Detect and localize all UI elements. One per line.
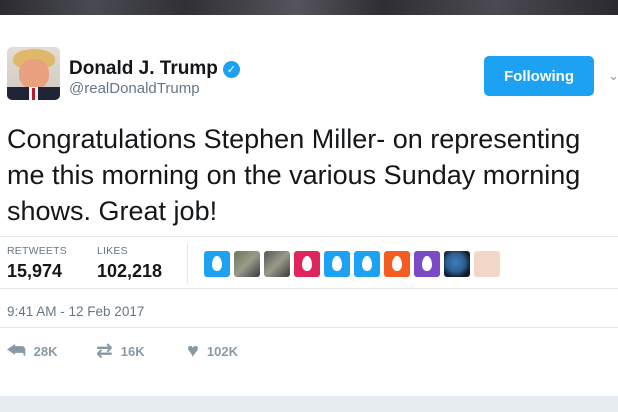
heart-icon: ♥ bbox=[187, 340, 199, 362]
liker-avatar-10[interactable] bbox=[474, 251, 500, 277]
timestamp-divider bbox=[0, 327, 618, 328]
author-name[interactable]: Donald J. Trump bbox=[69, 58, 218, 80]
avatar[interactable] bbox=[7, 47, 60, 100]
liker-avatar-5[interactable] bbox=[324, 251, 350, 277]
avatar-tie bbox=[32, 88, 35, 100]
stats-top-divider bbox=[0, 236, 618, 237]
liker-avatar-9[interactable] bbox=[444, 251, 470, 277]
tweet-text: Congratulations Stephen Miller- on repre… bbox=[7, 124, 581, 226]
like-button[interactable]: ♥ 102K bbox=[187, 341, 238, 361]
verified-badge-icon: ✓ bbox=[222, 60, 240, 78]
retweet-count: 16K bbox=[120, 343, 145, 359]
reply-count: 28K bbox=[33, 343, 58, 359]
footer-strip bbox=[0, 396, 618, 412]
likes-count[interactable]: 102,218 bbox=[97, 261, 162, 282]
tweet-timestamp[interactable]: 9:41 AM - 12 Feb 2017 bbox=[7, 304, 144, 319]
author-handle[interactable]: @realDonaldTrump bbox=[69, 80, 200, 97]
liker-avatar-3[interactable] bbox=[264, 251, 290, 277]
profile-banner bbox=[0, 0, 618, 15]
liker-avatar-2[interactable] bbox=[234, 251, 260, 277]
reply-icon: ⮪ bbox=[7, 340, 26, 362]
reply-button[interactable]: ⮪ 28K bbox=[7, 341, 57, 361]
liker-avatar-4[interactable] bbox=[294, 251, 320, 277]
following-button[interactable]: Following bbox=[484, 56, 594, 96]
liked-by-avatars bbox=[204, 251, 504, 277]
liker-avatar-8[interactable] bbox=[414, 251, 440, 277]
author-name-row: Donald J. Trump ✓ bbox=[69, 58, 240, 80]
liker-avatar-7[interactable] bbox=[384, 251, 410, 277]
avatar-face bbox=[19, 59, 49, 89]
like-count: 102K bbox=[206, 343, 238, 359]
likes-label: LIKES bbox=[97, 245, 128, 257]
retweets-label: RETWEETS bbox=[7, 245, 67, 257]
stats-bottom-divider bbox=[0, 288, 618, 289]
liker-avatar-6[interactable] bbox=[354, 251, 380, 277]
chevron-down-icon[interactable]: ⌄ bbox=[608, 68, 618, 84]
stats-divider bbox=[187, 243, 188, 283]
retweet-icon: ⇄ bbox=[96, 340, 113, 362]
retweet-button[interactable]: ⇄ 16K bbox=[96, 341, 145, 361]
liker-avatar-1[interactable] bbox=[204, 251, 230, 277]
retweets-count[interactable]: 15,974 bbox=[7, 261, 62, 282]
